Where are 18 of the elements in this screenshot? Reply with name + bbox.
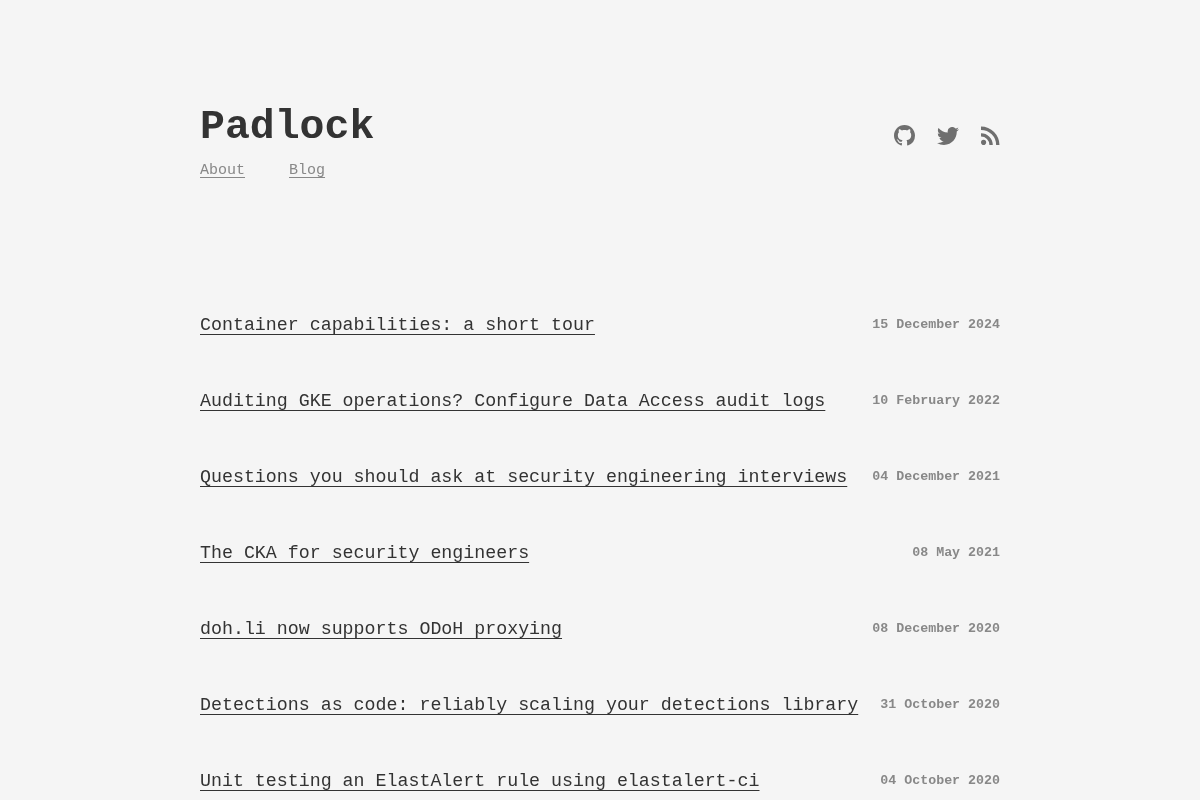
post-title-link[interactable]: The CKA for security engineers: [200, 541, 530, 565]
post-date: 31 October 2020: [880, 696, 1000, 714]
post-date: 04 December 2021: [872, 468, 1000, 486]
post-title-link[interactable]: Unit testing an ElastAlert rule using elastalert-ci: [200, 769, 760, 793]
rss-feed-icon[interactable]: [981, 126, 1000, 145]
site-title[interactable]: Padlock: [200, 101, 375, 153]
post-date: 15 December 2024: [872, 316, 1000, 334]
post-title-link[interactable]: Auditing GKE operations? Configure Data Access audit logs: [200, 389, 826, 413]
bird-icon[interactable]: [937, 126, 959, 145]
post-title-link[interactable]: doh.li now supports ODoH proxying: [200, 617, 563, 641]
post-date: 04 October 2020: [880, 772, 1000, 790]
post-title-link[interactable]: Detections as code: reliably scaling your detections library: [200, 693, 859, 717]
cat-icon[interactable]: [894, 125, 915, 146]
post-title-link[interactable]: Questions you should ask at security engineering interviews: [200, 465, 848, 489]
post-title-link[interactable]: Container capabilities: a short tour: [200, 313, 595, 337]
post-date: 10 February 2022: [872, 392, 1000, 410]
post-date: 08 May 2021: [912, 544, 1000, 562]
post-date: 08 December 2020: [872, 620, 1000, 638]
